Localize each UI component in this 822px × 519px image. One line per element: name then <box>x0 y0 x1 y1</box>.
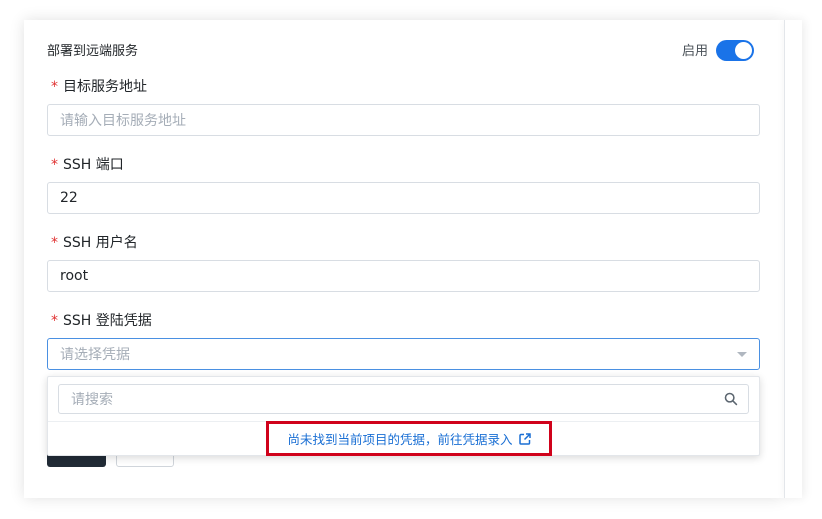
ssh-port-input[interactable]: 22 <box>47 182 760 214</box>
port-label: * SSH 端口 <box>51 154 124 174</box>
search-placeholder: 请搜索 <box>71 392 113 408</box>
empty-link-text: 尚未找到当前项目的凭据，前往凭据录入 <box>287 432 513 447</box>
toggle-knob <box>735 42 752 59</box>
section-title: 部署到远端服务 <box>47 44 139 59</box>
chevron-down-icon <box>737 352 747 357</box>
user-label: * SSH 用户名 <box>51 232 138 252</box>
target-placeholder: 请输入目标服务地址 <box>60 113 186 129</box>
port-label-text: SSH 端口 <box>63 157 124 173</box>
target-label-text: 目标服务地址 <box>63 79 147 95</box>
side-rail <box>784 20 802 498</box>
ssh-user-input[interactable]: root <box>47 260 760 292</box>
port-value: 22 <box>60 190 78 206</box>
required-mark: * <box>51 79 58 95</box>
user-value: root <box>60 268 89 284</box>
target-address-input[interactable]: 请输入目标服务地址 <box>47 104 760 136</box>
credential-search-input[interactable]: 请搜索 <box>58 384 749 414</box>
required-mark: * <box>51 157 58 173</box>
credential-dropdown: 请搜索 尚未找到当前项目的凭据，前往凭据录入 <box>47 376 760 456</box>
credential-placeholder: 请选择凭据 <box>60 347 130 363</box>
required-mark: * <box>51 235 58 251</box>
credential-label-text: SSH 登陆凭据 <box>63 313 152 329</box>
target-label: * 目标服务地址 <box>51 76 147 96</box>
go-to-credential-entry-link[interactable]: 尚未找到当前项目的凭据，前往凭据录入 <box>266 421 552 456</box>
toggle-label: 启用 <box>682 44 709 59</box>
required-mark: * <box>51 313 58 329</box>
user-label-text: SSH 用户名 <box>63 235 138 251</box>
credential-label: * SSH 登陆凭据 <box>51 310 152 330</box>
enable-toggle[interactable] <box>716 40 754 61</box>
search-icon <box>724 392 738 406</box>
credential-select[interactable]: 请选择凭据 <box>47 338 760 370</box>
external-link-icon <box>518 432 531 445</box>
